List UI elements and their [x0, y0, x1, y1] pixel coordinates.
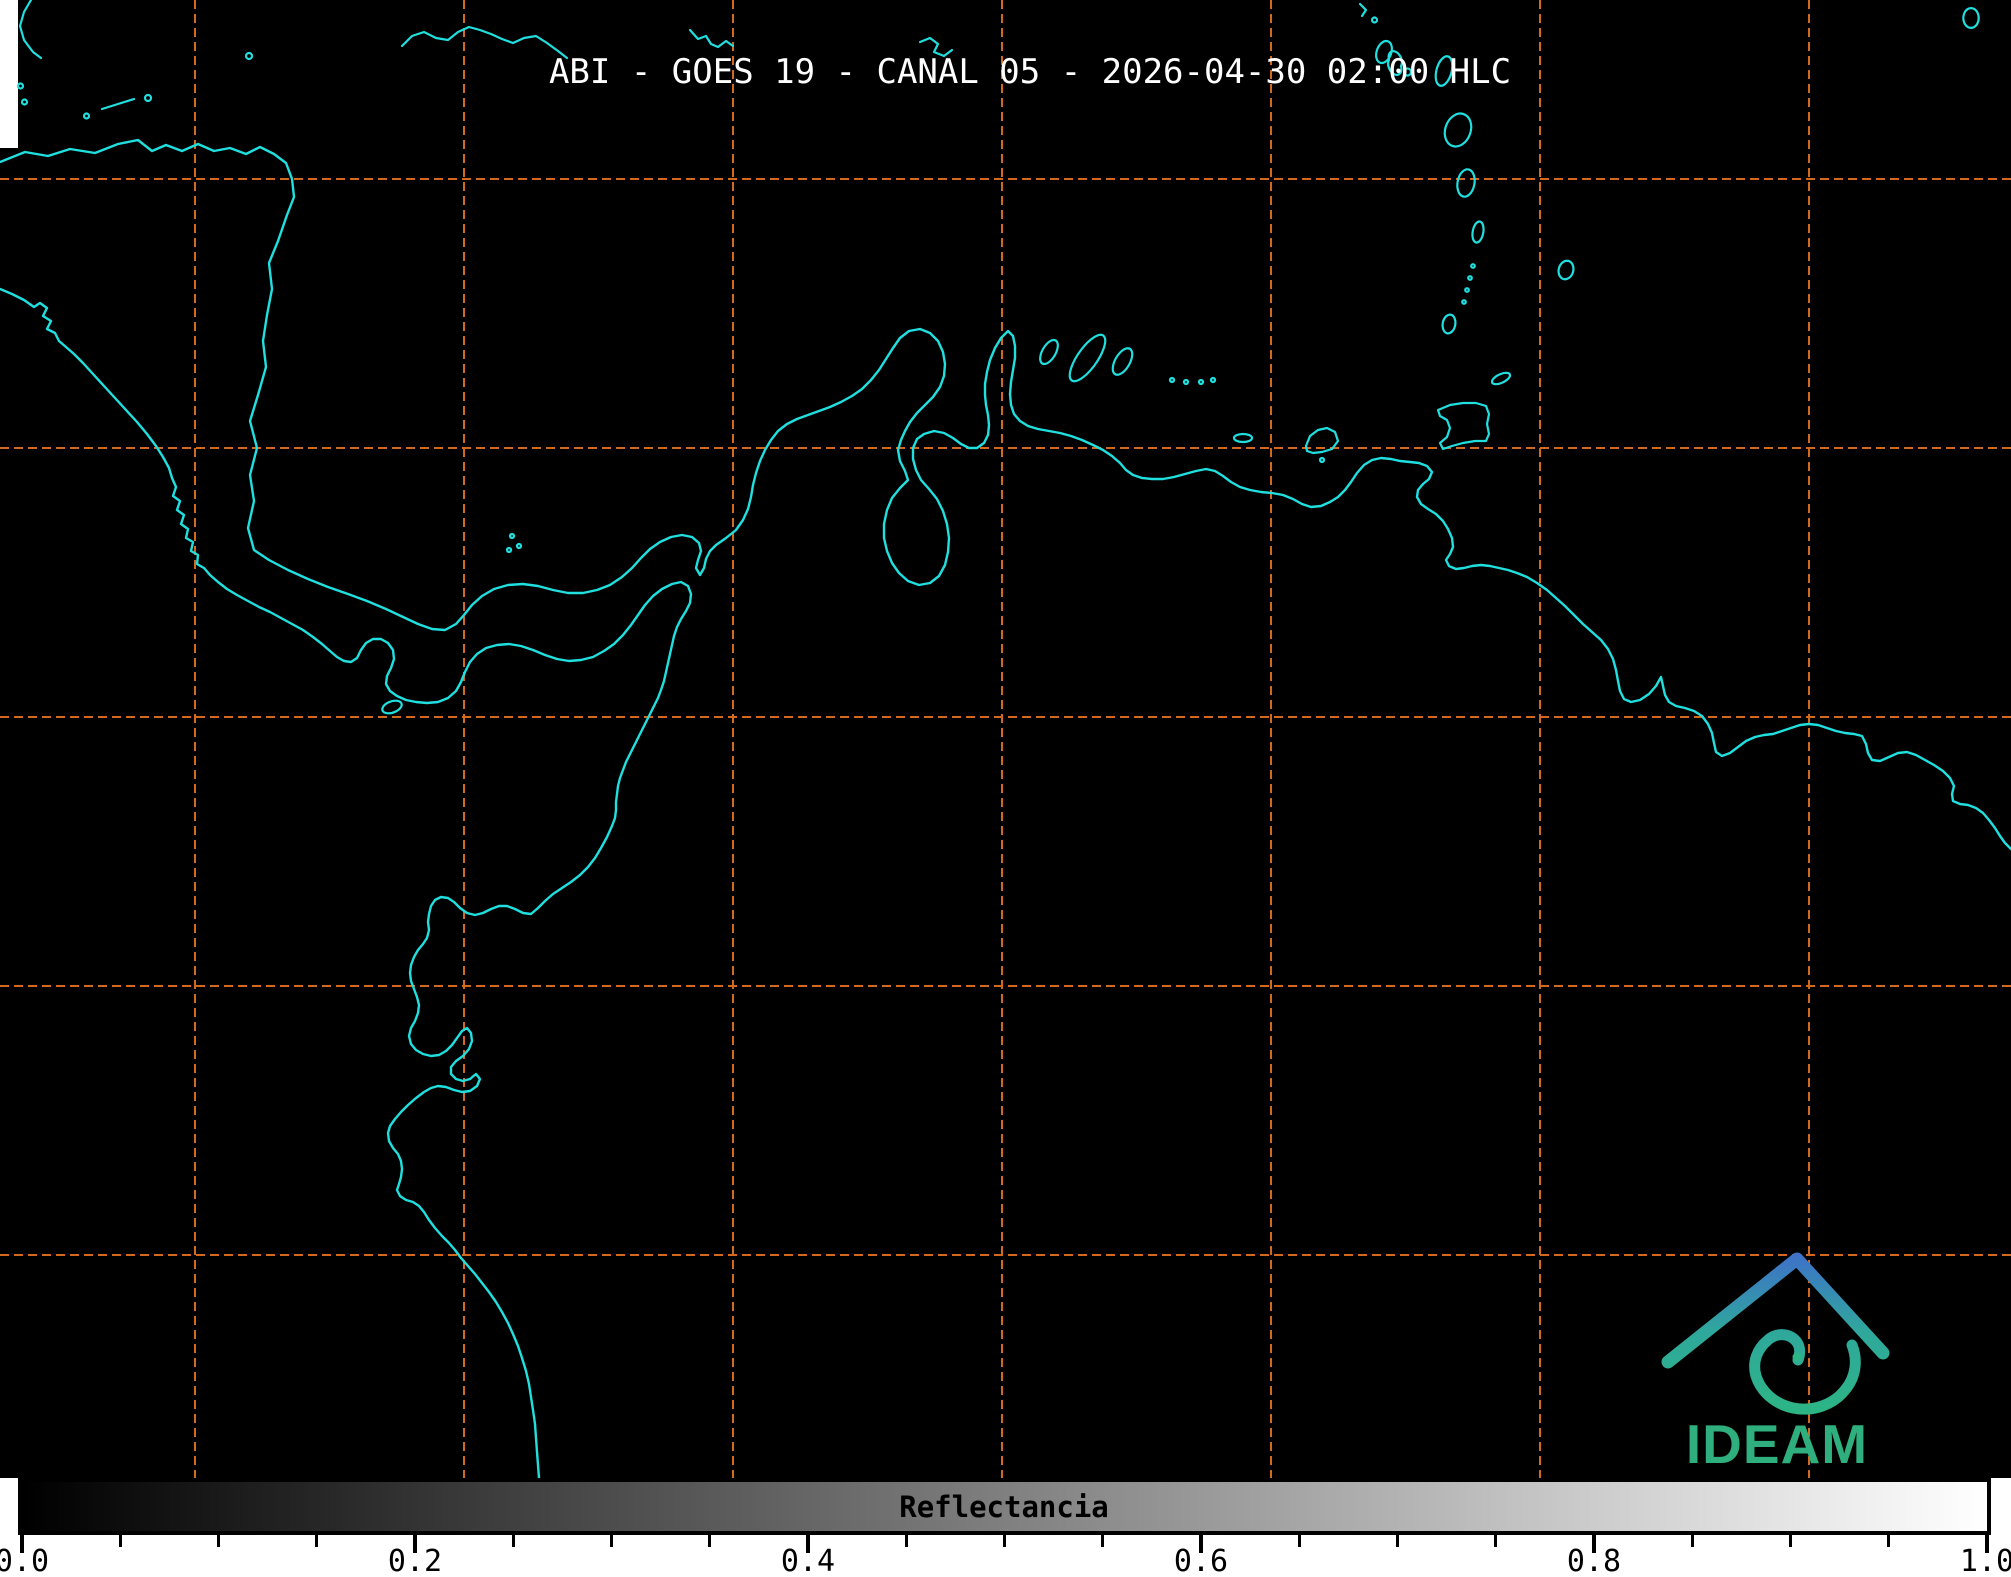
island-outline [1436, 401, 1491, 451]
island-outline [100, 97, 136, 111]
island-outline [1232, 432, 1254, 444]
island-outline [1443, 112, 1473, 148]
colorbar-minor-tick [1297, 1535, 1301, 1547]
colorbar-minor-tick [1887, 1535, 1891, 1547]
island-outline [1358, 2, 1379, 24]
page-title: ABI - GOES 19 - CANAL 05 - 2026-04-30 02… [548, 52, 1512, 92]
colorbar-axis: 0.0 0.2 0.4 0.6 0.8 1.0 [0, 1535, 2011, 1577]
island-outline [16, 82, 29, 106]
island-outline [1456, 168, 1476, 198]
island-outline [400, 25, 569, 60]
island-outline [244, 51, 254, 61]
colorbar-minor-tick [904, 1535, 908, 1547]
colorbar-tick-label: 0.6 [1173, 1544, 1229, 1577]
colorbar-region: Reflectancia 0.0 0.2 0.4 0.6 0.8 1.0 [0, 1478, 2011, 1577]
image-edge-artifact [0, 0, 18, 148]
island-outline [1304, 426, 1340, 464]
colorbar-minor-tick [1494, 1535, 1498, 1547]
island-outline [1490, 371, 1512, 386]
island-outline [1111, 347, 1134, 376]
coastline-path [0, 138, 2011, 851]
colorbar-minor-tick [118, 1535, 122, 1547]
ideam-logo [1661, 1252, 1890, 1415]
colorbar-minor-tick [1101, 1535, 1105, 1547]
colorbar-tick-label: 1.0 [1959, 1544, 2011, 1577]
island-outline [381, 699, 403, 715]
island-outline [1557, 259, 1575, 281]
coastline-path [0, 287, 693, 1478]
island-outline [1068, 333, 1107, 383]
island-outline [688, 28, 735, 49]
colorbar-minor-tick [511, 1535, 515, 1547]
colorbar-minor-tick [217, 1535, 220, 1547]
logo-spiral-icon [1749, 1329, 1861, 1415]
island-outline [1471, 220, 1485, 244]
island-outline [1441, 313, 1457, 335]
ideam-logo-text: IDEAM [1685, 1413, 1869, 1475]
island-outline [18, 0, 43, 60]
island-outline [143, 93, 153, 103]
colorbar-tick-label: 0.8 [1566, 1544, 1622, 1577]
island-outline [505, 532, 523, 554]
island-outline [1039, 338, 1059, 366]
colorbar-tick-label: 0.0 [0, 1544, 50, 1577]
colorbar-minor-tick [1690, 1535, 1694, 1547]
island-outline [1461, 263, 1476, 305]
colorbar-tick-label: 0.2 [387, 1544, 443, 1577]
colorbar-minor-tick [708, 1535, 712, 1547]
colorbar-tick-label: 0.4 [780, 1544, 836, 1577]
colorbar-minor-tick [1396, 1535, 1399, 1547]
island-outline [82, 112, 91, 120]
colorbar-label: Reflectancia [899, 1490, 1109, 1524]
logo-spiral-eye-icon [1792, 1352, 1802, 1362]
colorbar-minor-tick [610, 1535, 613, 1547]
colorbar-minor-tick [315, 1535, 319, 1547]
island-outline [1962, 7, 1980, 29]
satellite-product-viewport: ABI - GOES 19 - CANAL 05 - 2026-04-30 02… [0, 0, 2011, 1577]
colorbar-minor-tick [1003, 1535, 1006, 1547]
island-outline [1168, 376, 1217, 386]
colorbar-minor-tick [1789, 1535, 1792, 1547]
